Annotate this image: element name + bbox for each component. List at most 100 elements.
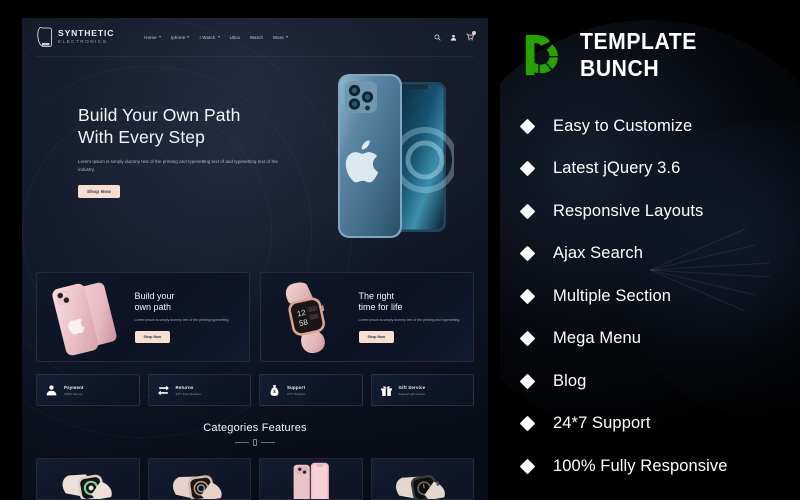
- feature-label: Responsive Layouts: [553, 201, 704, 220]
- product-card[interactable]: [147, 458, 251, 500]
- promo-banner: SYNTHETIC ELECTRONICS Home Iphone I Watc…: [0, 0, 800, 500]
- support-icon: $: [270, 384, 279, 396]
- dark-smartwatch-image: [395, 475, 445, 499]
- phone-outline-icon: [36, 26, 53, 48]
- feature-item: Easy to Customize: [519, 105, 790, 148]
- diamond-bullet-icon: [519, 373, 536, 390]
- diamond-bullet-icon: [519, 118, 536, 135]
- promo-title-line-1: Build your: [134, 291, 175, 302]
- nav-item-ultra[interactable]: Ultra: [230, 35, 240, 40]
- main-nav[interactable]: Home Iphone I Watch Ultra Watch More: [144, 35, 288, 40]
- brand-line-1: SYNTHETIC: [58, 28, 115, 39]
- product-cards: [36, 458, 474, 500]
- divider-mark: [253, 439, 257, 446]
- service-title: Gift Service: [398, 384, 426, 390]
- service-subtitle: 24*7 Support: [287, 391, 306, 396]
- chevron-down-icon: [285, 36, 288, 38]
- diamond-bullet-icon: [519, 288, 536, 305]
- rose-smartwatch-image: [172, 475, 222, 499]
- nav-item-iphone[interactable]: Iphone: [171, 35, 190, 40]
- promo-title: The right time for life: [359, 291, 461, 313]
- feature-item: 24*7 Support: [519, 403, 790, 446]
- brand-line-2: ELECTRONICS: [58, 38, 108, 44]
- product-card[interactable]: [370, 458, 474, 500]
- feature-label: 100% Fully Responsive: [553, 456, 728, 475]
- feature-item: Multiple Section: [519, 275, 790, 318]
- nav-label: More: [273, 34, 284, 40]
- chevron-down-icon: [158, 36, 161, 38]
- feature-list: Easy to Customize Latest jQuery 3.6 Resp…: [519, 105, 790, 488]
- pink-smartwatch-image: 12 58: [261, 273, 359, 361]
- nav-label: Home: [144, 34, 157, 40]
- diamond-bullet-icon: [519, 415, 536, 432]
- section-divider: [22, 439, 488, 446]
- nav-item-home[interactable]: Home: [144, 35, 161, 40]
- feature-item: Blog: [519, 360, 790, 403]
- user-icon[interactable]: [450, 34, 457, 41]
- service-item-payment[interactable]: Payment 100% Secure: [36, 374, 140, 406]
- nav-label: Watch: [249, 34, 264, 40]
- promo-title: Build your own path: [135, 291, 230, 313]
- promo-title-line-2: time for life: [358, 302, 403, 313]
- promo-title-line-1: The right: [358, 291, 395, 302]
- product-card[interactable]: [36, 458, 140, 500]
- header-divider: [36, 56, 474, 57]
- diamond-bullet-icon: [519, 245, 536, 262]
- hero-paragraph: Lorem Ipsum is simply dummy text of the …: [78, 159, 278, 173]
- white-smartwatch-image: [62, 474, 112, 499]
- diamond-bullet-icon: [519, 458, 536, 475]
- feature-item: Responsive Layouts: [519, 190, 790, 233]
- feature-label: Blog: [553, 371, 587, 390]
- pink-iphone-13-image: [37, 273, 135, 361]
- promo-copy: The right time for life Lorem Ipsum is s…: [358, 291, 469, 343]
- service-item-gift[interactable]: Gift Service Support gift service: [370, 374, 474, 406]
- cart-icon[interactable]: [466, 31, 476, 41]
- promo-card[interactable]: Build your own path Lorem Ipsum is simpl…: [36, 272, 250, 362]
- feature-label: Easy to Customize: [553, 116, 693, 135]
- site-logo[interactable]: SYNTHETIC ELECTRONICS: [36, 26, 114, 48]
- feature-item: Ajax Search: [519, 233, 790, 276]
- hero-title-line-1: Build Your Own Path: [78, 105, 241, 125]
- service-item-support[interactable]: $ Support 24*7 Support: [259, 374, 363, 406]
- cart-badge: [472, 31, 476, 35]
- service-item-returns[interactable]: Returns 24*7 Free Returns: [147, 374, 251, 406]
- template-bunch-b-logo: [525, 34, 558, 76]
- returns-icon: [157, 385, 169, 395]
- promo-shop-now-button[interactable]: Shop Now: [134, 330, 171, 343]
- services-row: Payment 100% Secure Returns 24*7 Free Re…: [36, 374, 474, 406]
- hero-shop-now-button[interactable]: Shop Now: [78, 185, 121, 199]
- feature-item: Mega Menu: [519, 318, 790, 361]
- feature-item: Latest jQuery 3.6: [519, 148, 790, 191]
- website-preview[interactable]: SYNTHETIC ELECTRONICS Home Iphone I Watc…: [22, 18, 488, 500]
- service-title: Support: [287, 384, 306, 390]
- nav-label: I Watch: [199, 34, 216, 40]
- promo-card[interactable]: 12 58 The right time for life Lorem Ipsu…: [260, 272, 474, 362]
- service-title: Returns: [175, 384, 194, 390]
- promo-paragraph: Lorem Ipsum is simply dummy text of the …: [358, 317, 461, 322]
- feature-label: Mega Menu: [553, 329, 642, 348]
- feature-item: 100% Fully Responsive: [519, 445, 790, 488]
- service-subtitle: 100% Secure: [64, 391, 83, 396]
- divider-line: [261, 442, 275, 443]
- feature-label: Latest jQuery 3.6: [553, 159, 681, 178]
- nav-item-iwatch[interactable]: I Watch: [199, 34, 220, 40]
- product-card[interactable]: [259, 458, 363, 500]
- payment-icon: [46, 384, 57, 395]
- blue-iphone-12-pro-image: [324, 68, 458, 248]
- header-icons: [434, 31, 476, 41]
- hero-copy: Build Your Own Path With Every Step Lore…: [78, 104, 293, 199]
- search-icon[interactable]: [434, 34, 441, 41]
- diamond-bullet-icon: [519, 203, 536, 220]
- svg-text:58: 58: [298, 317, 308, 328]
- nav-item-watch[interactable]: Watch: [250, 35, 263, 40]
- diamond-bullet-icon: [519, 160, 536, 177]
- feature-label: Multiple Section: [553, 286, 672, 305]
- template-bunch-header: TEMPLATE BUNCH: [522, 28, 800, 82]
- service-subtitle: 24*7 Free Returns: [175, 391, 201, 396]
- gift-icon: [380, 385, 392, 396]
- categories-title: Categories Features: [203, 422, 307, 434]
- categories-header: Categories Features: [22, 422, 488, 446]
- nav-item-more[interactable]: More: [273, 35, 288, 40]
- feature-label: 24*7 Support: [553, 414, 651, 433]
- promo-shop-now-button[interactable]: Shop Now: [358, 330, 395, 343]
